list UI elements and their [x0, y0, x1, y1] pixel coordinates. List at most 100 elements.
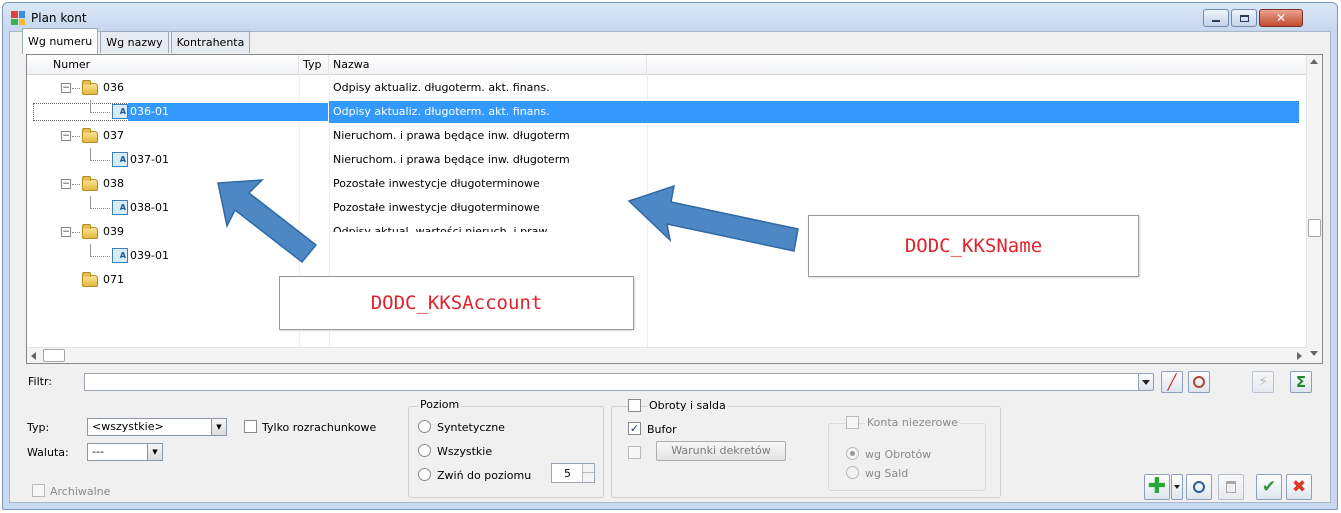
- minimize-button[interactable]: [1203, 9, 1229, 27]
- add-button[interactable]: ✚: [1144, 474, 1170, 500]
- nonzero-by-turnover-radio[interactable]: [846, 447, 859, 460]
- account-name: Odpisy aktualiz. długoterm. akt. finans.: [333, 81, 550, 94]
- close-window-button[interactable]: ✕: [1259, 9, 1303, 27]
- preview-button[interactable]: [1186, 474, 1212, 500]
- title-bar[interactable]: Plan kont ✕: [3, 3, 1337, 31]
- filter-dropdown-button[interactable]: [1138, 373, 1154, 391]
- column-header-number[interactable]: Numer: [27, 55, 299, 75]
- sum-button[interactable]: Σ: [1290, 371, 1312, 393]
- folder-icon: [82, 224, 98, 239]
- plus-icon: ✚: [1147, 474, 1167, 499]
- collapse-icon[interactable]: −: [61, 179, 71, 189]
- clear-filter-button[interactable]: ╱: [1161, 371, 1183, 393]
- account-name: Odpisy aktualiz. długoterm. akt. finans.: [333, 105, 550, 118]
- scroll-right-icon[interactable]: [1297, 352, 1302, 360]
- type-select-value: <wszystkie>: [92, 420, 164, 433]
- level-synthetic-radio[interactable]: [418, 420, 431, 433]
- view-tabs: Wg numeru Wg nazwy Kontrahenta: [22, 28, 252, 54]
- column-header-name[interactable]: Nazwa: [329, 55, 647, 75]
- conditions-button[interactable]: Warunki dekretów: [656, 441, 786, 461]
- level-collapse-label: Zwiń do poziomu: [437, 469, 532, 482]
- account-icon: A: [112, 104, 128, 119]
- collapse-icon[interactable]: −: [61, 131, 71, 141]
- tree-line: [90, 244, 91, 256]
- type-label: Typ:: [27, 421, 50, 434]
- horizontal-scrollbar[interactable]: [27, 347, 1308, 363]
- tree-line: [90, 160, 110, 161]
- tree-line: [90, 100, 91, 112]
- filter-label: Filtr:: [28, 375, 52, 388]
- account-name-partially-hidden: Odpisy aktual. wartości nieruch. i praw: [333, 225, 548, 232]
- only-settlement-checkbox[interactable]: [244, 420, 257, 433]
- folder-icon: [82, 80, 98, 95]
- currency-label: Waluta:: [27, 446, 69, 459]
- horizontal-scroll-thumb[interactable]: [43, 349, 65, 362]
- tab-contractor[interactable]: Kontrahenta: [170, 31, 251, 53]
- collapse-level-spinner[interactable]: 5: [551, 463, 595, 483]
- level-all-radio[interactable]: [418, 444, 431, 457]
- nonzero-by-balance-label: wg Sald: [865, 467, 909, 480]
- maximize-button[interactable]: [1231, 9, 1257, 27]
- account-number: 036: [103, 81, 124, 94]
- nonzero-by-balance-radio[interactable]: [846, 466, 859, 479]
- column-header-type[interactable]: Typ: [299, 55, 329, 75]
- table-row[interactable]: − 037 Nieruchom. i prawa będące inw. dłu…: [27, 124, 1302, 148]
- tab-by-name[interactable]: Wg nazwy: [100, 31, 169, 53]
- filter-lightning-button[interactable]: ⚡: [1252, 371, 1274, 393]
- accounts-grid[interactable]: Numer Typ Nazwa − 036 Odpisy aktualiz. d…: [26, 54, 1323, 364]
- chevron-down-icon: [1174, 485, 1180, 489]
- sigma-icon: Σ: [1295, 373, 1307, 391]
- tree-line: [90, 148, 91, 160]
- type-select[interactable]: <wszystkie> ▼: [87, 418, 227, 436]
- chevron-down-icon[interactable]: ▼: [211, 419, 226, 435]
- scroll-left-icon[interactable]: [31, 352, 36, 360]
- scroll-up-icon[interactable]: [1310, 59, 1318, 64]
- confirm-button[interactable]: ✔: [1256, 474, 1282, 500]
- level-collapse-radio[interactable]: [418, 468, 431, 481]
- chevron-down-icon[interactable]: ▼: [147, 444, 162, 460]
- delete-button[interactable]: [1218, 474, 1244, 500]
- filter-input[interactable]: [84, 373, 1148, 391]
- collapse-icon[interactable]: −: [61, 83, 71, 93]
- account-name: Nieruchom. i prawa będące inw. długoterm: [333, 153, 570, 166]
- conditions-checkbox[interactable]: [628, 446, 641, 459]
- add-options-button[interactable]: [1171, 474, 1183, 500]
- level-all-label: Wszystkie: [437, 445, 493, 458]
- nonzero-checkbox[interactable]: [846, 416, 859, 429]
- turnover-checkbox[interactable]: [628, 399, 641, 412]
- maximize-icon: [1239, 14, 1249, 22]
- annotation-name: DODC_KKSName: [808, 215, 1139, 277]
- tree-line: [90, 112, 110, 113]
- buffer-checkbox[interactable]: ✓: [628, 422, 641, 435]
- buffer-label: Bufor: [647, 423, 677, 436]
- collapse-icon[interactable]: −: [61, 227, 71, 237]
- archived-checkbox[interactable]: [32, 484, 45, 497]
- account-name: Pozostałe inwestycje długoterminowe: [333, 201, 540, 214]
- account-number: 037: [103, 129, 124, 142]
- account-name: Pozostałe inwestycje długoterminowe: [333, 177, 540, 190]
- currency-select[interactable]: --- ▼: [87, 443, 163, 461]
- vertical-scrollbar[interactable]: [1306, 55, 1322, 363]
- filter-builder-button[interactable]: [1188, 371, 1210, 393]
- account-number: 039-01: [130, 249, 169, 262]
- annotation-account: DODC_KKSAccount: [279, 276, 634, 330]
- tree-line: [90, 256, 110, 257]
- table-row[interactable]: A 036-01 Odpisy aktualiz. długoterm. akt…: [27, 100, 1302, 124]
- only-settlement-label: Tylko rozrachunkowe: [262, 421, 377, 434]
- chevron-down-icon: [1142, 379, 1150, 385]
- account-number: 039: [103, 225, 124, 238]
- scroll-down-icon[interactable]: [1310, 351, 1318, 356]
- vertical-scroll-thumb[interactable]: [1308, 219, 1321, 237]
- table-row[interactable]: − 038 Pozostałe inwestycje długoterminow…: [27, 172, 1302, 196]
- app-icon: [11, 11, 25, 25]
- clear-filter-icon: ╱: [1167, 373, 1177, 391]
- spin-up-icon[interactable]: [582, 464, 594, 473]
- table-row[interactable]: A 037-01 Nieruchom. i prawa będące inw. …: [27, 148, 1302, 172]
- cancel-button[interactable]: ✖: [1286, 474, 1312, 500]
- account-number: 036-01: [130, 105, 169, 118]
- tab-by-number[interactable]: Wg numeru: [22, 28, 99, 54]
- spin-down-icon[interactable]: [582, 473, 594, 482]
- nonzero-by-turnover-label: wg Obrotów: [865, 448, 932, 461]
- tree-line: [72, 88, 80, 89]
- table-row[interactable]: − 036 Odpisy aktualiz. długoterm. akt. f…: [27, 76, 1302, 100]
